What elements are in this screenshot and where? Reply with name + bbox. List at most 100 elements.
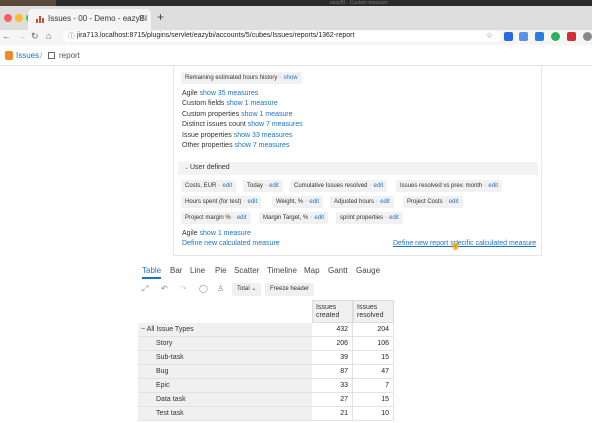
tab-table[interactable]: Table [142, 266, 162, 279]
redo-icon[interactable]: ↷ [180, 284, 187, 293]
group-show-link[interactable]: show 7 measures [235, 142, 290, 149]
measure-chip-edit[interactable]: edit [314, 215, 324, 221]
group-name: Custom properties [182, 111, 240, 118]
measure-chip-label: Project Costs [407, 199, 443, 205]
report-view-tabs: Table Bar Line Pie Scatter Timeline Map … [138, 266, 438, 280]
row-label-bug[interactable]: Bug [138, 365, 312, 379]
undo-icon[interactable]: ↶ [161, 284, 168, 293]
group-show-link[interactable]: show 33 measures [234, 132, 293, 139]
tab-bar[interactable]: Bar [170, 266, 182, 277]
bookmark-star-icon[interactable]: ☆ [486, 31, 493, 40]
row-label-subtask[interactable]: Sub-task [138, 351, 312, 365]
row-label-story[interactable]: Story [138, 337, 312, 351]
tab-timeline[interactable]: Timeline [267, 266, 297, 277]
tab-line[interactable]: Line [190, 266, 205, 277]
report-table: Issues created Issues resolved − All Iss… [138, 300, 398, 423]
column-header-issues-created[interactable]: Issues created [312, 300, 353, 323]
tab-scatter[interactable]: Scatter [234, 266, 259, 277]
forward-icon[interactable]: → [17, 31, 26, 41]
measure-chip-edit[interactable]: edit [374, 183, 384, 189]
tab-close-icon[interactable]: × [139, 13, 144, 23]
eazybi-logo-icon [5, 51, 13, 60]
table-cell[interactable]: 204 [353, 323, 394, 337]
measure-chip-project-margin: Project margin % ◦ edit [181, 212, 251, 224]
measure-chip-edit[interactable]: edit [222, 183, 232, 189]
extension-icon-3[interactable] [535, 32, 544, 41]
group-show-link[interactable]: show 35 measures [200, 90, 259, 97]
measure-chip-edit[interactable]: edit [237, 215, 247, 221]
tab-gauge[interactable]: Gauge [356, 266, 380, 277]
comment-icon[interactable]: ◯ [199, 284, 208, 293]
row-label-data-task[interactable]: Data task [138, 393, 312, 407]
measure-chip-sprint-properties: sprint properties ◦ edit [336, 212, 403, 224]
group-name: Agile [182, 230, 198, 237]
tab-title: Issues - 00 - Demo - eazyBI [48, 14, 148, 23]
group-show-link[interactable]: show 1 measure [226, 100, 277, 107]
browser-tab[interactable]: Issues - 00 - Demo - eazyBI × [28, 9, 151, 30]
column-header-issues-resolved[interactable]: Issues resolved [353, 300, 394, 323]
measure-chip-edit[interactable]: edit [248, 199, 258, 205]
extension-icon-1[interactable] [504, 32, 513, 41]
measure-chip-label: Weight, % [276, 199, 304, 205]
measure-chip-edit[interactable]: edit [380, 199, 390, 205]
table-cell[interactable]: 432 [312, 323, 353, 337]
row-label-all[interactable]: − All Issue Types [138, 323, 312, 337]
table-cell[interactable]: 206 [312, 337, 353, 351]
table-cell[interactable]: 10 [353, 407, 394, 421]
breadcrumb-report[interactable]: report [59, 51, 80, 60]
back-icon[interactable]: ← [2, 31, 11, 41]
measure-chip-label: sprint properties [340, 215, 384, 221]
tab-gantt[interactable]: Gantt [328, 266, 348, 277]
profile-icon[interactable] [583, 32, 592, 41]
table-row: Sub-task 39 15 [138, 351, 398, 365]
measure-chip-edit[interactable]: edit [269, 183, 279, 189]
total-dropdown[interactable]: Total ⌄ [232, 283, 262, 296]
table-cell[interactable]: 39 [312, 351, 353, 365]
info-icon[interactable]: ⓘ [68, 31, 75, 41]
user-icon[interactable]: ♙ [217, 284, 224, 293]
tab-map[interactable]: Map [304, 266, 320, 277]
breadcrumb-issues[interactable]: Issues [16, 51, 39, 60]
measure-chip-resolved-vs-prev: Issues resolved vs prev. month ◦ edit [396, 180, 503, 192]
measure-chip-edit[interactable]: edit [449, 199, 459, 205]
table-cell[interactable]: 7 [353, 379, 394, 393]
group-show-link[interactable]: show 1 measure [200, 230, 251, 237]
table-cell[interactable]: 106 [353, 337, 394, 351]
close-window-icon[interactable] [4, 14, 12, 22]
measure-chip-label: Costs, EUR [185, 183, 217, 189]
table-cell[interactable]: 15 [353, 393, 394, 407]
minimize-window-icon[interactable] [15, 14, 23, 22]
measure-chip-action[interactable]: show [284, 75, 298, 81]
measure-chip-edit[interactable]: edit [309, 199, 319, 205]
group-show-link[interactable]: show 1 measure [241, 111, 292, 118]
define-report-measure-link[interactable]: Define new report specific calculated me… [393, 240, 536, 247]
home-icon[interactable]: ⌂ [46, 31, 51, 41]
extension-icon-5[interactable] [567, 32, 576, 41]
freeze-header-button[interactable]: Freeze header [265, 283, 315, 296]
url-field[interactable]: ⓘ jira713.localhost:8715/plugins/servlet… [63, 31, 501, 42]
table-cell[interactable]: 21 [312, 407, 353, 421]
group-show-link[interactable]: show 7 measures [248, 121, 303, 128]
table-cell[interactable]: 87 [312, 365, 353, 379]
measure-chip-edit[interactable]: edit [389, 215, 399, 221]
tab-pie[interactable]: Pie [215, 266, 227, 277]
row-label-test-task[interactable]: Test task [138, 407, 312, 421]
measure-chip-cumulative: Cumulative Issues resolved ◦ edit [290, 180, 388, 192]
report-icon [48, 52, 55, 59]
define-calculated-measure-link[interactable]: Define new calculated measure [182, 240, 280, 247]
row-label-epic[interactable]: Epic [138, 379, 312, 393]
user-defined-section-header[interactable]: ⌄ User defined [178, 162, 538, 175]
reload-icon[interactable]: ↻ [31, 31, 39, 42]
measure-chip-label: Remaining estimated hours history [185, 75, 278, 81]
measure-chip-edit[interactable]: edit [488, 183, 498, 189]
measure-group-custom-fields: Custom fields show 1 measure [182, 100, 278, 107]
extension-icon-4[interactable] [551, 32, 560, 41]
table-cell[interactable]: 15 [353, 351, 394, 365]
table-cell[interactable]: 33 [312, 379, 353, 393]
expand-icon[interactable]: ⤢ [142, 284, 148, 294]
new-tab-button[interactable]: + [157, 10, 164, 24]
table-cell[interactable]: 27 [312, 393, 353, 407]
collapse-chevron-icon[interactable]: ⌄ [184, 164, 189, 171]
table-cell[interactable]: 47 [353, 365, 394, 379]
extension-icon-2[interactable] [519, 32, 528, 41]
